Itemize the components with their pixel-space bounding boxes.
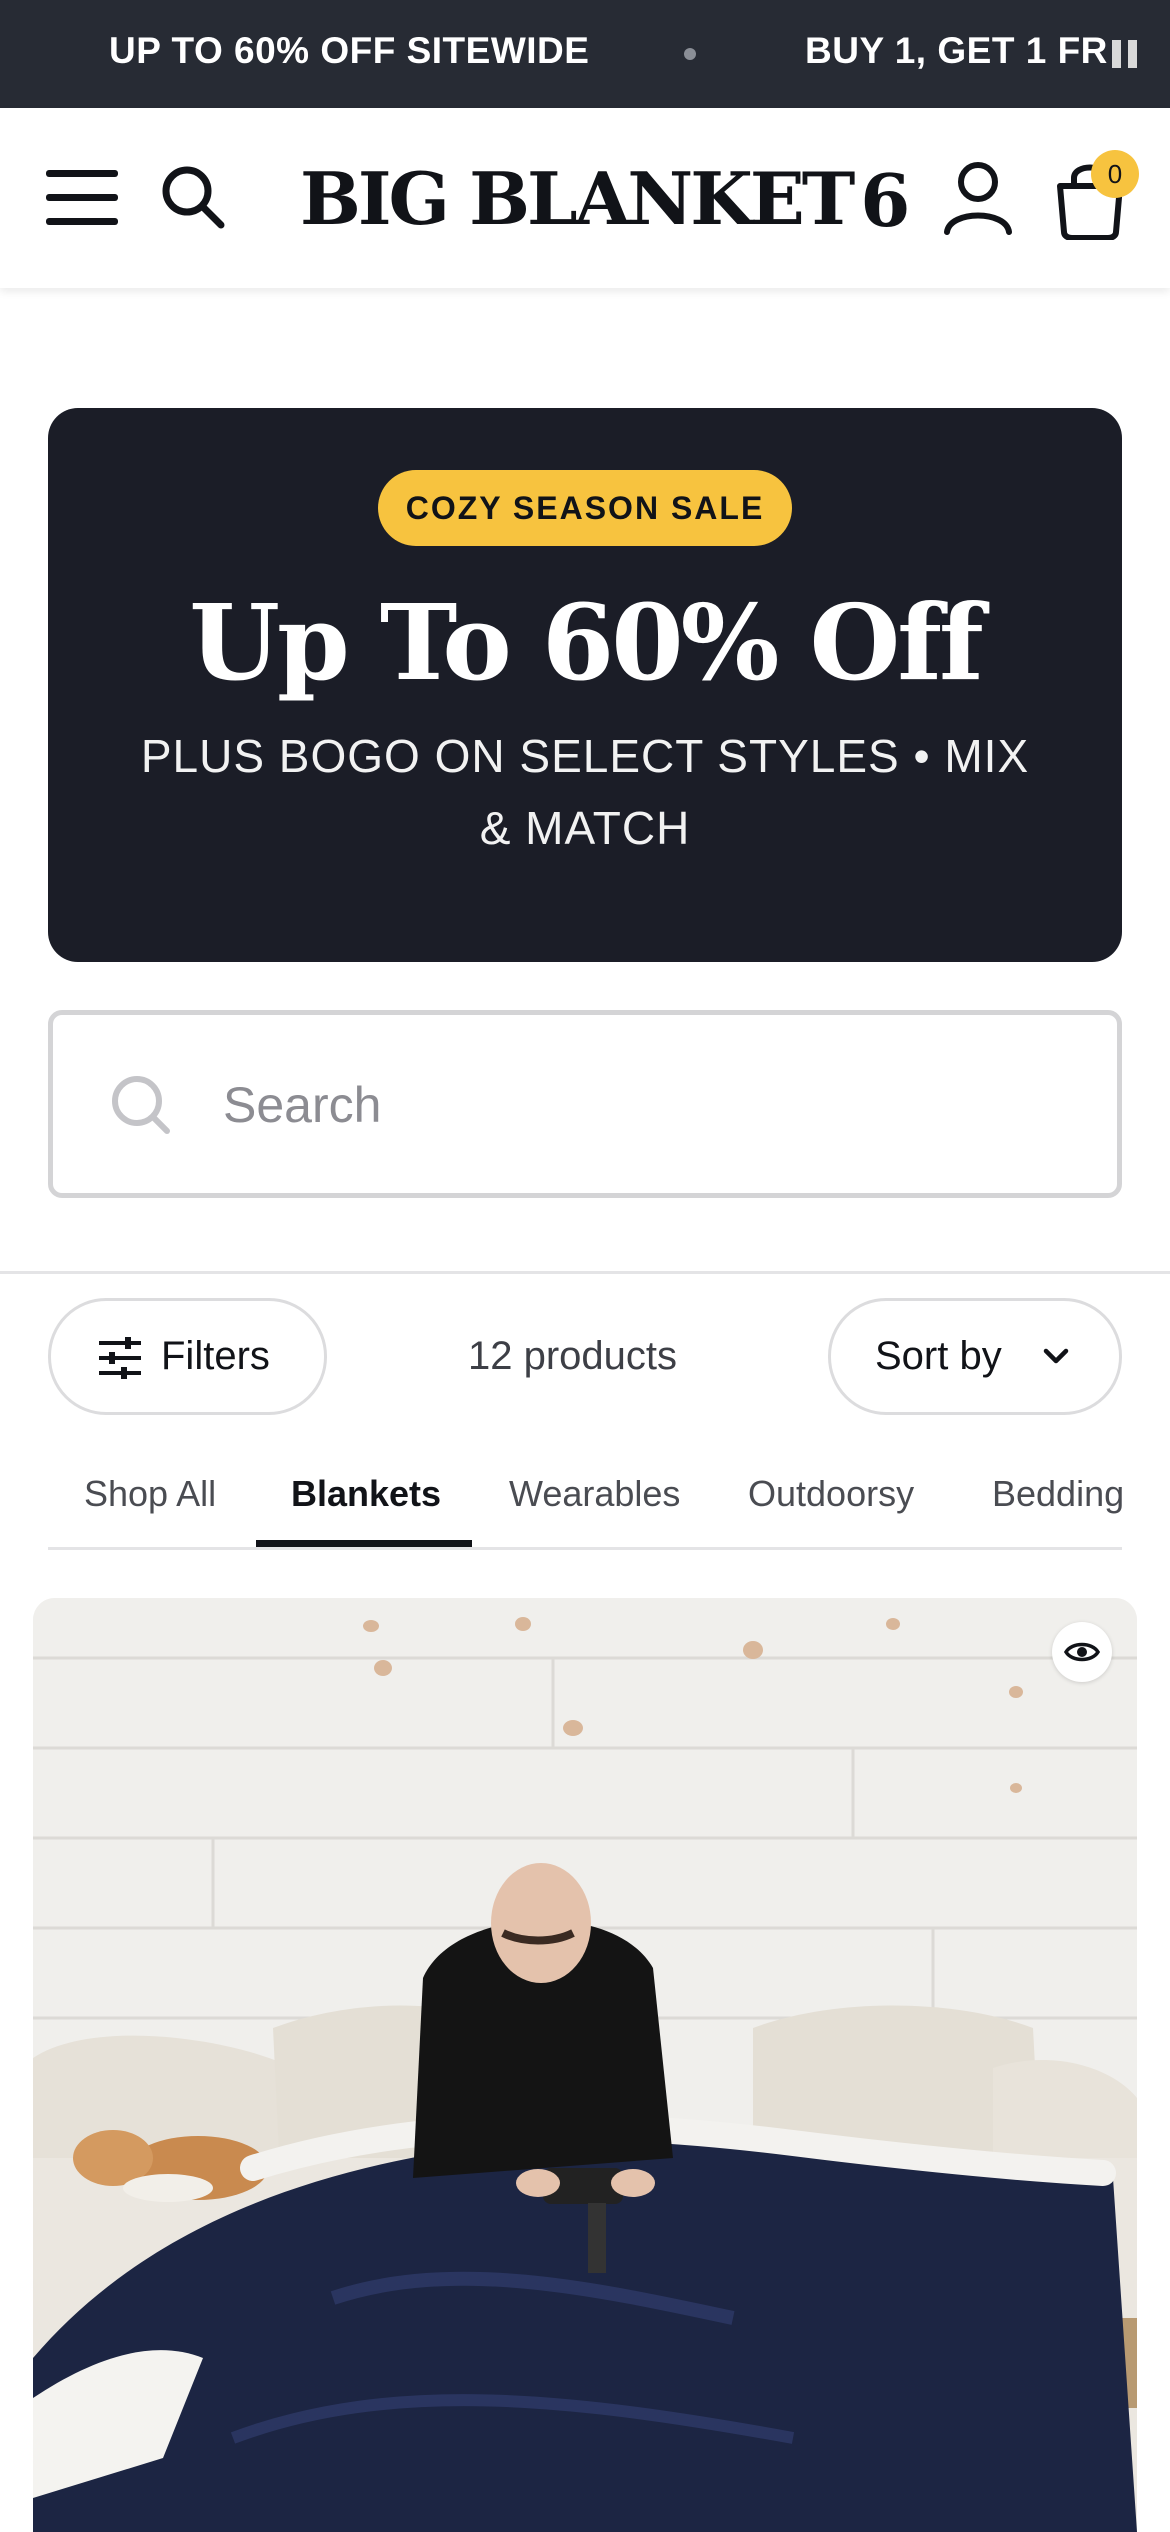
cart-count-badge: 0: [1091, 150, 1139, 198]
brand-logo-text: BIG BLANKET: [300, 155, 855, 241]
quick-view-eye-icon[interactable]: [1052, 1622, 1112, 1682]
promo-banner[interactable]: COZY SEASON SALE Up To 60% Off PLUS BOGO…: [48, 408, 1122, 962]
product-count: 12 products: [468, 1334, 678, 1378]
account-icon[interactable]: [942, 160, 1014, 236]
search-input[interactable]: [223, 1055, 1083, 1155]
announcement-bar: UP TO 60% OFF SITEWIDE BUY 1, GET 1 FR: [0, 0, 1170, 108]
filters-label: Filters: [161, 1334, 270, 1378]
tab-blankets[interactable]: Blankets: [291, 1440, 441, 1547]
product-image[interactable]: [33, 1598, 1137, 2532]
announcement-separator-dot: [684, 48, 696, 60]
announcement-message[interactable]: UP TO 60% OFF SITEWIDE: [109, 0, 589, 108]
pause-icon[interactable]: [1112, 40, 1138, 68]
promo-subtitle: PLUS BOGO ON SELECT STYLES • MIX & MATCH: [140, 730, 1030, 854]
chevron-down-icon: [1043, 1348, 1069, 1364]
sort-label: Sort by: [875, 1334, 1002, 1378]
sale-badge: COZY SEASON SALE: [378, 470, 792, 546]
search-icon: [112, 1076, 170, 1134]
promo-title: Up To 60% Off: [189, 581, 983, 704]
tab-shop-all[interactable]: Shop All: [84, 1440, 216, 1547]
category-tabs: Shop All Blankets Wearables Outdoorsy Be…: [48, 1440, 1122, 1550]
brand-logo[interactable]: BIG BLANKET 6: [300, 148, 910, 248]
filters-button[interactable]: Filters: [48, 1298, 327, 1415]
brand-logo-mark: 6: [860, 157, 910, 243]
announcement-message[interactable]: BUY 1, GET 1 FR: [805, 0, 1108, 108]
sort-button[interactable]: Sort by: [828, 1298, 1122, 1415]
product-search[interactable]: [48, 1010, 1122, 1198]
section-divider: [0, 1271, 1170, 1274]
hamburger-menu-icon[interactable]: [46, 168, 122, 228]
filter-sliders-icon: [99, 1337, 141, 1379]
active-tab-indicator: [256, 1540, 472, 1547]
search-icon[interactable]: [158, 162, 228, 232]
tab-outdoorsy[interactable]: Outdoorsy: [748, 1440, 914, 1547]
tab-wearables[interactable]: Wearables: [509, 1440, 680, 1547]
tab-bedding[interactable]: Bedding: [992, 1440, 1122, 1547]
product-photo-illustration: [33, 1598, 1137, 2532]
site-header: BIG BLANKET 6 0: [0, 108, 1170, 288]
